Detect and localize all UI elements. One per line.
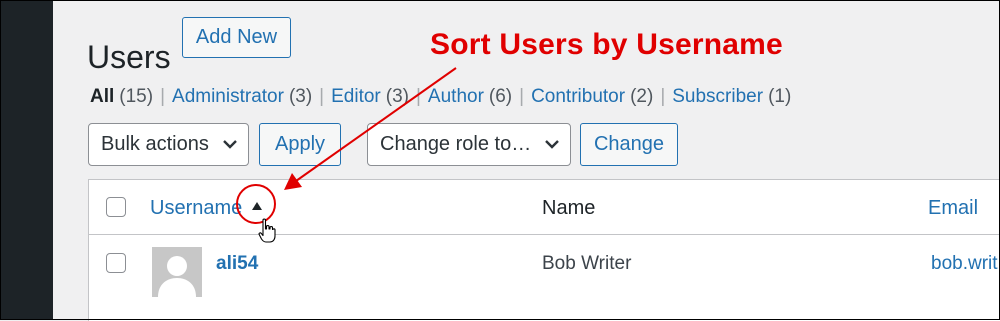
annotation-arrow (284, 67, 457, 190)
